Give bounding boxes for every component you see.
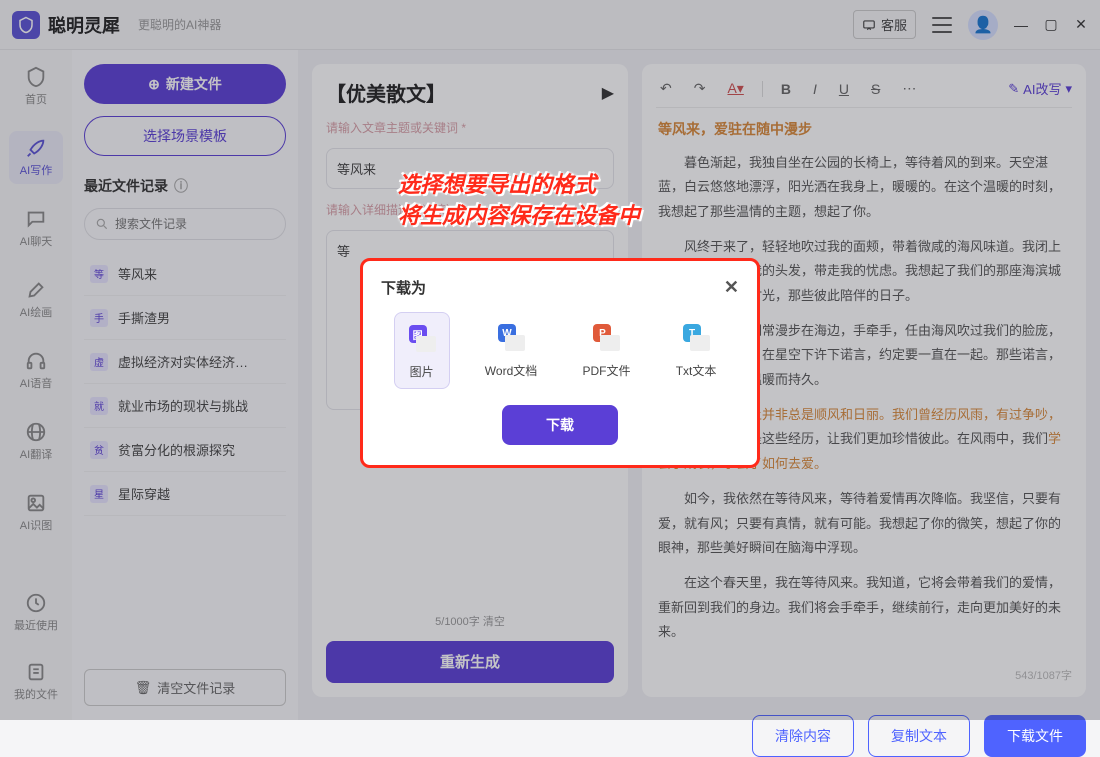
format-option-Txt文本[interactable]: T Txt文本	[666, 312, 727, 389]
modal-download-button[interactable]: 下载	[502, 405, 618, 445]
format-label: 图片	[410, 363, 434, 380]
annotation-text: 选择想要导出的格式将生成内容保存在设备中	[398, 170, 640, 232]
copy-text-button[interactable]: 复制文本	[868, 715, 970, 757]
format-label: PDF文件	[582, 362, 630, 379]
format-options: 图图片 W Word文档 P PDF文件 T Txt文本	[381, 312, 739, 389]
download-modal: 下载为 ✕ 图图片 W Word文档 P PDF文件 T Txt文本 下载	[360, 258, 760, 468]
format-option-PDF文件[interactable]: P PDF文件	[572, 312, 640, 389]
format-icon: P	[589, 320, 623, 354]
format-icon: 图	[405, 321, 439, 355]
format-label: Txt文本	[676, 362, 717, 379]
format-option-Word文档[interactable]: W Word文档	[475, 312, 547, 389]
modal-close-button[interactable]: ✕	[724, 277, 739, 298]
format-icon: T	[679, 320, 713, 354]
modal-title: 下载为	[381, 277, 426, 298]
action-row: 清除内容 复制文本 下载文件	[312, 715, 1086, 757]
clear-content-button[interactable]: 清除内容	[752, 715, 854, 757]
format-label: Word文档	[485, 362, 537, 379]
format-option-图片[interactable]: 图图片	[394, 312, 450, 389]
format-icon: W	[494, 320, 528, 354]
download-file-button[interactable]: 下载文件	[984, 715, 1086, 757]
